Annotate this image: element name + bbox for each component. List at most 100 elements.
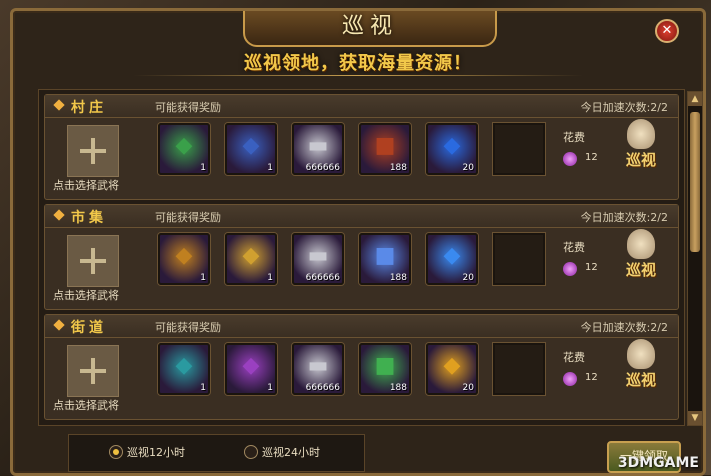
reward-item-icon[interactable]: ◆ 1 [158, 233, 210, 285]
select-general-label: 点击选择武将 [53, 399, 119, 412]
reward-item-icon[interactable]: ◆ 1 [225, 123, 277, 175]
reward-item-icon[interactable]: ◆ 20 [426, 123, 478, 175]
patrol-dialog: 巡视 ✕ 巡视领地，获取海量资源！ 村庄 可能获得奖励 今日加速次数:2/2 点… [10, 8, 706, 476]
cost-label: 花费 [563, 131, 585, 144]
zone-header: 市集 可能获得奖励 今日加速次数:2/2 [45, 205, 678, 228]
silver-ingot-icon: ▬ [307, 243, 329, 268]
patrol-button[interactable]: 巡视 [615, 119, 667, 177]
diamond-icon [53, 319, 65, 331]
general-portrait-icon [627, 229, 655, 259]
speedup-count: 今日加速次数:2/2 [580, 211, 668, 224]
silver-ingot-icon: ▬ [307, 133, 329, 158]
reward-item-icon[interactable]: ■ 188 [359, 233, 411, 285]
item-count: 20 [462, 163, 474, 173]
reward-item-icon[interactable]: ◆ 1 [225, 343, 277, 395]
reward-item-icon[interactable]: ▬ 666666 [292, 233, 344, 285]
zone-row: 街道 可能获得奖励 今日加速次数:2/2 点击选择武将 ◆ 1 ◆ 1 ▬ 66… [44, 314, 679, 420]
speedup-count: 今日加速次数:2/2 [580, 321, 668, 334]
item-count: 20 [462, 383, 474, 393]
reward-item-icon[interactable]: ▬ 666666 [292, 123, 344, 175]
title-bar: 巡视 [243, 11, 497, 47]
zone-list: 村庄 可能获得奖励 今日加速次数:2/2 点击选择武将 ◆ 1 ◆ 1 ▬ 66… [38, 89, 685, 426]
zone-row: 市集 可能获得奖励 今日加速次数:2/2 点击选择武将 ◆ 1 ◆ 1 ▬ 66… [44, 204, 679, 310]
reward-item-icon[interactable]: ■ 188 [359, 123, 411, 175]
radio-12h-label: 巡视12小时 [127, 446, 185, 459]
item-count: 188 [389, 163, 407, 173]
empty-reward-slot [493, 343, 545, 395]
select-general-slot[interactable] [67, 235, 119, 287]
general-portrait-icon [627, 339, 655, 369]
zone-header: 村庄 可能获得奖励 今日加速次数:2/2 [45, 95, 678, 118]
diamond-icon [53, 99, 65, 111]
watermark: 3DMGAME [617, 455, 699, 471]
item-count: 1 [200, 163, 206, 173]
gold-orb-icon: ◆ [443, 353, 461, 378]
select-general-label: 点击选择武将 [53, 179, 119, 192]
gold-key-icon: ◆ [242, 243, 260, 268]
cost-value: 12 [585, 152, 598, 163]
reward-item-icon[interactable]: ▬ 666666 [292, 343, 344, 395]
patrol-button[interactable]: 巡视 [615, 229, 667, 287]
reward-item-icon[interactable]: ■ 188 [359, 343, 411, 395]
item-count: 1 [200, 273, 206, 283]
scroll-thumb[interactable] [690, 112, 700, 252]
scrollbar[interactable]: ▲ ▼ [687, 91, 703, 426]
zone-name: 街道 [71, 320, 107, 336]
select-general-label: 点击选择武将 [53, 289, 119, 302]
radio-24h[interactable] [244, 445, 258, 459]
zone-row: 村庄 可能获得奖励 今日加速次数:2/2 点击选择武将 ◆ 1 ◆ 1 ▬ 66… [44, 94, 679, 200]
blue-jade-icon: ◆ [242, 133, 260, 158]
reward-item-icon[interactable]: ◆ 1 [158, 343, 210, 395]
banner-divider [133, 75, 583, 76]
cost-value: 12 [585, 262, 598, 273]
cost-label: 花费 [563, 351, 585, 364]
item-count: 666666 [305, 273, 340, 283]
gem-icon [563, 262, 577, 276]
duration-selector: 巡视12小时 巡视24小时 [68, 434, 365, 472]
patrol-button-label: 巡视 [625, 151, 656, 169]
reward-item-icon[interactable]: ◆ 20 [426, 343, 478, 395]
radio-24h-label: 巡视24小时 [262, 446, 320, 459]
silver-ingot-icon: ▬ [307, 353, 329, 378]
blue-gem-icon: ◆ [443, 133, 461, 158]
banner-text: 巡视领地，获取海量资源！ [244, 53, 472, 74]
item-count: 188 [389, 273, 407, 283]
green-orb-icon: ■ [374, 353, 396, 378]
reward-label: 可能获得奖励 [155, 321, 221, 334]
patrol-button[interactable]: 巡视 [615, 339, 667, 397]
item-count: 666666 [305, 163, 340, 173]
close-button[interactable]: ✕ [655, 19, 679, 43]
patrol-button-label: 巡视 [625, 371, 656, 389]
scroll-up-icon[interactable]: ▲ [688, 92, 702, 106]
purple-feather-icon: ◆ [242, 353, 260, 378]
cost-value: 12 [585, 372, 598, 383]
zone-header: 街道 可能获得奖励 今日加速次数:2/2 [45, 315, 678, 338]
item-count: 666666 [305, 383, 340, 393]
item-count: 1 [267, 383, 273, 393]
cost-label: 花费 [563, 241, 585, 254]
empty-reward-slot [493, 233, 545, 285]
reward-item-icon[interactable]: ◆ 1 [158, 123, 210, 175]
treasure-box-icon: ■ [374, 133, 396, 158]
item-count: 1 [267, 273, 273, 283]
reward-label: 可能获得奖励 [155, 101, 221, 114]
gem-icon [563, 372, 577, 386]
zone-name: 市集 [71, 210, 107, 226]
reward-item-icon[interactable]: ◆ 20 [426, 233, 478, 285]
dialog-title: 巡视 [341, 14, 398, 39]
blue-shard-icon: ◆ [443, 243, 461, 268]
radio-12h[interactable] [109, 445, 123, 459]
reward-item-icon[interactable]: ◆ 1 [225, 233, 277, 285]
select-general-slot[interactable] [67, 345, 119, 397]
gem-icon [563, 152, 577, 166]
scroll-down-icon[interactable]: ▼ [688, 411, 702, 425]
general-portrait-icon [627, 119, 655, 149]
reward-label: 可能获得奖励 [155, 211, 221, 224]
empty-reward-slot [493, 123, 545, 175]
diamond-icon [53, 209, 65, 221]
gold-chest-icon: ◆ [175, 243, 193, 268]
item-count: 1 [200, 383, 206, 393]
item-count: 188 [389, 383, 407, 393]
select-general-slot[interactable] [67, 125, 119, 177]
item-count: 20 [462, 273, 474, 283]
